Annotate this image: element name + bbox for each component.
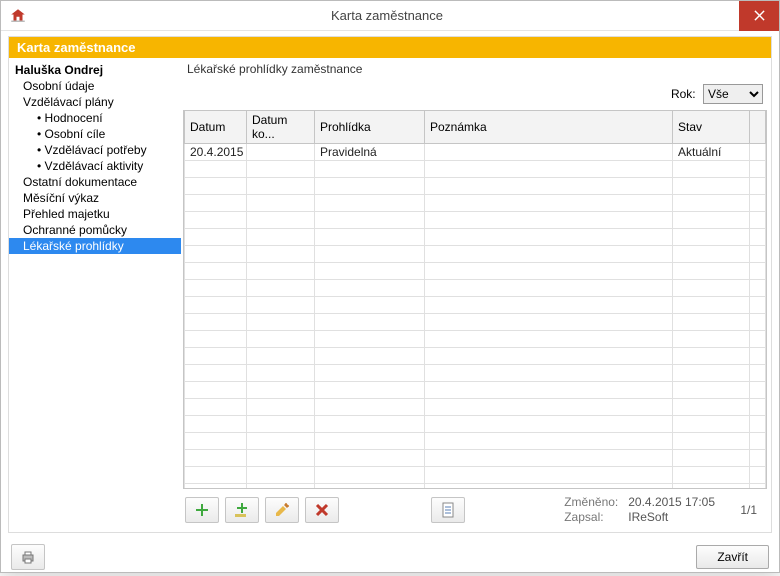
sidebar-item[interactable]: Měsíční výkaz <box>9 190 181 206</box>
table-row-empty <box>185 433 766 450</box>
sidebar: Haluška OndrejOsobní údajeVzdělávací plá… <box>9 58 181 532</box>
table-row-empty <box>185 212 766 229</box>
table-row-empty <box>185 365 766 382</box>
table-row-empty <box>185 450 766 467</box>
delete-button[interactable] <box>305 497 339 523</box>
cell-stav: Aktuální <box>673 144 750 161</box>
print-button[interactable] <box>11 544 45 570</box>
sidebar-item[interactable]: Osobní údaje <box>9 78 181 94</box>
col-scroll-spacer <box>750 111 766 144</box>
add-from-button[interactable] <box>225 497 259 523</box>
sidebar-item[interactable]: Ostatní dokumentace <box>9 174 181 190</box>
table-row-empty <box>185 263 766 280</box>
col-stav[interactable]: Stav <box>673 111 750 144</box>
page-count: 1/1 <box>733 503 763 517</box>
close-button[interactable]: Zavřít <box>696 545 769 569</box>
meta-author-label: Zapsal: <box>564 510 618 526</box>
sidebar-item[interactable]: Vzdělávací potřeby <box>9 142 181 158</box>
table-row-empty <box>185 246 766 263</box>
meta-author-value: IReSoft <box>628 510 715 526</box>
sidebar-item[interactable]: Vzdělávací aktivity <box>9 158 181 174</box>
cell-datum: 20.4.2015 <box>185 144 247 161</box>
app-icon <box>9 7 27 25</box>
window-title: Karta zaměstnance <box>35 8 739 23</box>
table-row[interactable]: 20.4.2015 Pravidelná Aktuální <box>185 144 766 161</box>
cell-poznamka <box>425 144 673 161</box>
sidebar-item[interactable]: Hodnocení <box>9 110 181 126</box>
col-poznamka[interactable]: Poznámka <box>425 111 673 144</box>
window-close-button[interactable] <box>739 1 779 31</box>
data-table: Datum Datum ko... Prohlídka Poznámka Sta… <box>183 110 767 489</box>
titlebar: Karta zaměstnance <box>1 1 779 31</box>
cell-prohlidka: Pravidelná <box>315 144 425 161</box>
sidebar-item[interactable]: Ochranné pomůcky <box>9 222 181 238</box>
table-row-empty <box>185 331 766 348</box>
year-label: Rok: <box>671 87 696 101</box>
table-row-empty <box>185 161 766 178</box>
meta-changed-label: Změněno: <box>564 495 618 511</box>
toolbar: Změněno: Zapsal: 20.4.2015 17:05 IReSoft… <box>181 489 767 532</box>
sidebar-item[interactable]: Vzdělávací plány <box>9 94 181 110</box>
table-row-empty <box>185 416 766 433</box>
col-prohlidka[interactable]: Prohlídka <box>315 111 425 144</box>
col-datum[interactable]: Datum <box>185 111 247 144</box>
header-bar: Karta zaměstnance <box>9 37 771 58</box>
table-header-row: Datum Datum ko... Prohlídka Poznámka Sta… <box>185 111 766 144</box>
cell-datum_ko <box>247 144 315 161</box>
col-datum-ko[interactable]: Datum ko... <box>247 111 315 144</box>
table-row-empty <box>185 467 766 484</box>
meta-info: Změněno: Zapsal: 20.4.2015 17:05 IReSoft <box>564 495 727 526</box>
sidebar-item[interactable]: Lékařské prohlídky <box>9 238 181 254</box>
sidebar-root[interactable]: Haluška Ondrej <box>9 62 181 78</box>
table-row-empty <box>185 382 766 399</box>
sidebar-item[interactable]: Přehled majetku <box>9 206 181 222</box>
table-row-empty <box>185 348 766 365</box>
page-title: Lékařské prohlídky zaměstnance <box>187 62 767 76</box>
meta-changed-value: 20.4.2015 17:05 <box>628 495 715 511</box>
table-row-empty <box>185 195 766 212</box>
edit-button[interactable] <box>265 497 299 523</box>
main-panel: Lékařské prohlídky zaměstnance Rok: Vše … <box>181 58 771 532</box>
table-row-empty <box>185 178 766 195</box>
sidebar-item[interactable]: Osobní cíle <box>9 126 181 142</box>
table-row-empty <box>185 297 766 314</box>
table-row-empty <box>185 229 766 246</box>
table-row-empty <box>185 314 766 331</box>
table-row-empty <box>185 399 766 416</box>
table-row-empty <box>185 280 766 297</box>
year-select[interactable]: Vše <box>703 84 763 104</box>
document-button[interactable] <box>431 497 465 523</box>
add-button[interactable] <box>185 497 219 523</box>
footer: Zavřít <box>1 538 779 576</box>
